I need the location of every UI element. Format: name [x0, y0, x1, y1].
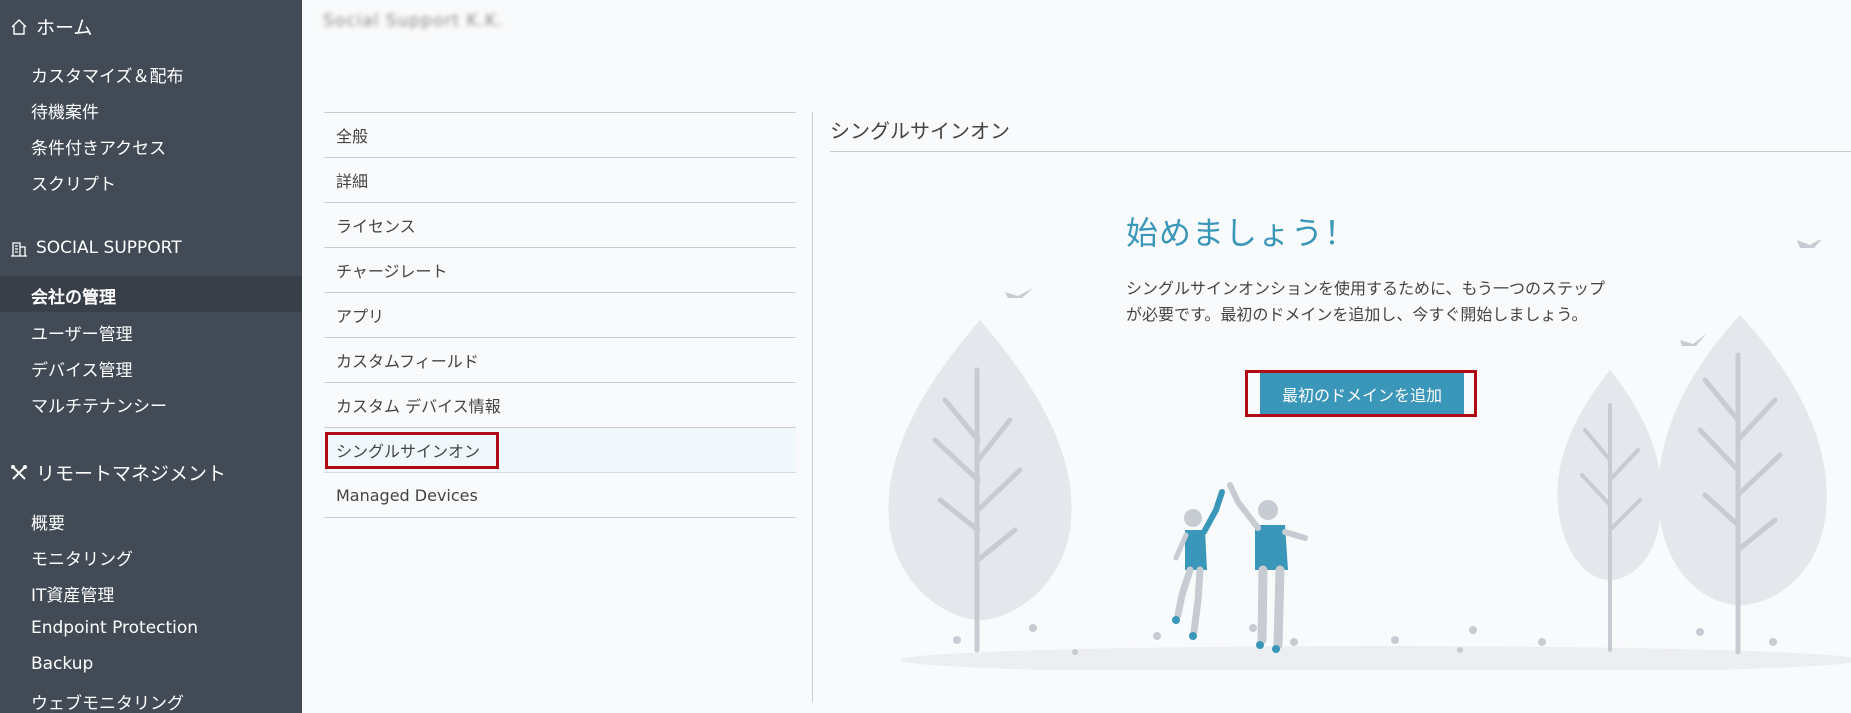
sidebar-section-label: SOCIAL SUPPORT	[36, 238, 182, 258]
panel-title: シングルサインオン	[830, 119, 1010, 143]
menu-item-single-sign-on[interactable]: シングルサインオン	[324, 428, 796, 473]
sidebar-section-home[interactable]: ホーム	[8, 13, 92, 40]
sidebar: ホーム カスタマイズ＆配布 待機案件 条件付きアクセス スクリプト SOCIAL…	[0, 0, 302, 713]
highlight-box	[325, 432, 499, 469]
sidebar-item-backup[interactable]: Backup	[31, 654, 93, 674]
menu-item-apps[interactable]: アプリ	[324, 293, 796, 338]
getting-started-heading: 始めましょう！	[1126, 214, 1358, 252]
menu-item-managed-devices[interactable]: Managed Devices	[324, 473, 796, 518]
sidebar-item-overview[interactable]: 概要	[31, 509, 65, 534]
sidebar-section-label: ホーム	[36, 17, 93, 39]
settings-menu: 全般 詳細 ライセンス チャージレート アプリ カスタムフィールド カスタム デ…	[324, 112, 796, 518]
sidebar-item-customize[interactable]: カスタマイズ＆配布	[31, 62, 184, 87]
home-icon	[8, 16, 30, 38]
sidebar-item-devices[interactable]: デバイス管理	[31, 356, 133, 381]
sidebar-section-company[interactable]: SOCIAL SUPPORT	[8, 237, 182, 259]
panel-divider	[830, 151, 1851, 152]
sidebar-section-remote[interactable]: リモートマネジメント	[8, 459, 226, 486]
menu-item-general[interactable]: 全般	[324, 113, 796, 158]
sidebar-item-multitenancy[interactable]: マルチテナンシー	[31, 392, 167, 417]
account-title: Social Support K.K.	[323, 11, 504, 31]
sidebar-item-label: 会社の管理	[31, 288, 116, 308]
menu-item-charge-rate[interactable]: チャージレート	[324, 248, 796, 293]
sidebar-item-web-monitoring[interactable]: ウェブモニタリング	[31, 689, 184, 713]
sidebar-section-label: リモートマネジメント	[36, 463, 227, 485]
menu-item-custom-device-info[interactable]: カスタム デバイス情報	[324, 383, 796, 428]
sidebar-item-monitoring[interactable]: モニタリング	[31, 545, 133, 570]
sidebar-item-scripts[interactable]: スクリプト	[31, 170, 116, 195]
menu-item-custom-fields[interactable]: カスタムフィールド	[324, 338, 796, 383]
menu-item-details[interactable]: 詳細	[324, 158, 796, 203]
sidebar-item-users[interactable]: ユーザー管理	[31, 320, 133, 345]
sidebar-item-company-management[interactable]: 会社の管理	[0, 276, 302, 312]
getting-started-description: シングルサインオンションを使用するために、もう一つのステップが必要です。最初のド…	[1126, 279, 1606, 324]
sidebar-item-conditional-access[interactable]: 条件付きアクセス	[31, 134, 166, 159]
sidebar-item-endpoint-protection[interactable]: Endpoint Protection	[31, 618, 198, 638]
sidebar-item-it-assets[interactable]: IT資産管理	[31, 581, 114, 606]
sidebar-item-pending[interactable]: 待機案件	[31, 98, 99, 123]
vertical-divider	[812, 112, 813, 702]
add-first-domain-button[interactable]: 最初のドメインを追加	[1260, 373, 1464, 414]
building-icon	[8, 237, 30, 259]
menu-item-license[interactable]: ライセンス	[324, 203, 796, 248]
tools-icon	[8, 462, 30, 484]
